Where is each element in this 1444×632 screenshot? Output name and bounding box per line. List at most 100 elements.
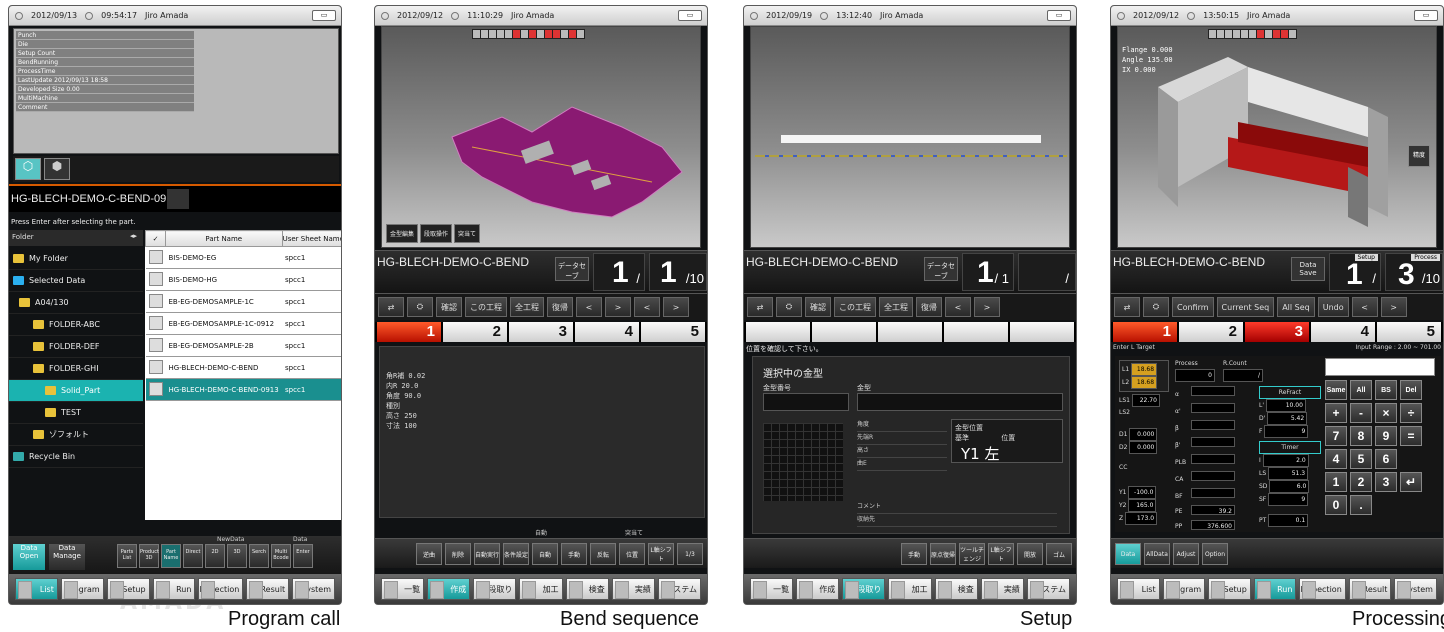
key-9[interactable]: 8 (1350, 426, 1372, 446)
sub-button-2[interactable]: ツールチェンジ (959, 543, 985, 565)
d1-value[interactable]: 0.000 (1129, 428, 1158, 441)
ctrl-button-6[interactable]: < (634, 297, 660, 317)
key-16[interactable]: 1 (1325, 472, 1347, 492)
row-checkbox[interactable] (148, 271, 163, 286)
step[interactable] (812, 322, 876, 342)
sub-button-0[interactable]: Data (1115, 543, 1141, 565)
tab-0[interactable]: 一覧 (381, 578, 425, 600)
key-12[interactable]: 4 (1325, 449, 1347, 469)
timer-label[interactable]: Timer (1259, 441, 1321, 454)
sub-button-5[interactable]: 手動 (561, 543, 587, 565)
step-5[interactable]: 5 (1377, 322, 1441, 342)
col-part-name[interactable]: Part Name (165, 230, 283, 247)
step-5[interactable]: 5 (641, 322, 705, 342)
ctrl-button-1[interactable]: この工程 (834, 297, 876, 317)
ctrl-button-3[interactable]: Undo (1317, 297, 1349, 317)
collision-icon[interactable]: ⇄ (1114, 297, 1140, 317)
key-0[interactable]: Same (1325, 380, 1347, 400)
sub-button-0[interactable]: Parts List (117, 544, 137, 568)
key-11[interactable]: = (1400, 426, 1422, 446)
3d-viewer[interactable]: 金型編集 段取操作 突当て (381, 26, 701, 248)
tab-6[interactable]: System (292, 578, 336, 600)
data-save-button[interactable]: データセーブ (924, 257, 958, 281)
y1-value[interactable]: -100.0 (1128, 486, 1157, 499)
d2-value[interactable]: 0.000 (1129, 441, 1158, 454)
sub-button-6[interactable]: 反転 (590, 543, 616, 565)
dp-value[interactable]: 5.42 (1267, 412, 1308, 425)
sub-button-0[interactable]: 逆曲 (416, 543, 442, 565)
tab-0[interactable]: 一覧 (750, 578, 794, 600)
angle-value[interactable] (1191, 471, 1235, 481)
step[interactable] (746, 322, 810, 342)
sub-button-8[interactable]: Enter (293, 544, 313, 568)
ctrl-button-0[interactable]: Confirm (1172, 297, 1214, 317)
key-21[interactable]: . (1350, 495, 1372, 515)
tab-2[interactable]: 段取り (842, 578, 886, 600)
tab-3[interactable]: Run (1253, 578, 1297, 600)
ctrl-button-1[interactable]: この工程 (465, 297, 507, 317)
tab-6[interactable]: システム (1026, 578, 1070, 600)
tool-icon[interactable]: ⛭ (1143, 297, 1169, 317)
ctrl-button-7[interactable]: > (663, 297, 689, 317)
entry-field[interactable] (1325, 358, 1435, 376)
tool-icon[interactable]: ⛭ (407, 297, 433, 317)
tab-4[interactable]: Impection (198, 578, 244, 600)
expand-icon[interactable]: ◂▸ (130, 232, 137, 240)
tree-item-recycle-bin[interactable]: Recycle Bin (9, 446, 143, 468)
angle-value[interactable] (1191, 454, 1235, 464)
view-button-0[interactable]: 金型編集 (386, 224, 419, 243)
tab-2[interactable]: 段取り (473, 578, 517, 600)
tree-item-my-folder[interactable]: My Folder (9, 248, 143, 270)
process-value[interactable]: 0 (1175, 369, 1215, 382)
row-checkbox[interactable] (148, 315, 163, 330)
t1-value[interactable]: 2.0 (1262, 454, 1309, 467)
tab-6[interactable]: System (1394, 578, 1437, 600)
collision-icon[interactable]: ⇄ (378, 297, 404, 317)
check-cell[interactable] (145, 356, 166, 379)
data-save-button[interactable]: Data Save (1291, 257, 1325, 281)
sub-button-4[interactable]: 2D (205, 544, 225, 568)
tab-6[interactable]: システム (657, 578, 701, 600)
angle-value[interactable] (1191, 403, 1235, 413)
key-4[interactable]: + (1325, 403, 1347, 423)
f-value[interactable]: 9 (1264, 425, 1309, 438)
ctrl-button-1[interactable]: Current Seq (1216, 297, 1275, 317)
ctrl-button-4[interactable]: < (576, 297, 602, 317)
row-checkbox[interactable] (148, 359, 163, 374)
angle-value[interactable] (1191, 386, 1235, 396)
tree-item-folder-ghi[interactable]: FOLDER-GHI (9, 358, 143, 380)
key-8[interactable]: 7 (1325, 426, 1347, 446)
ls-value[interactable]: 51.3 (1268, 467, 1309, 480)
sub-button-5[interactable]: 3D (227, 544, 247, 568)
tab-0[interactable]: List (15, 578, 58, 600)
table-row[interactable]: EB-EG-DEMOSAMPLE-1C spcc1 (145, 290, 341, 313)
sub-button-2[interactable]: Adjust (1173, 543, 1199, 565)
l2-value[interactable]: 18.68 (1131, 376, 1158, 389)
key-2[interactable]: BS (1375, 380, 1397, 400)
key-20[interactable]: 0 (1325, 495, 1347, 515)
check-cell[interactable] (145, 334, 166, 357)
tree-item-test[interactable]: TEST (9, 402, 143, 424)
tab-1[interactable]: Program (60, 578, 104, 600)
ctrl-button-2[interactable]: All Seq (1277, 297, 1315, 317)
z-value[interactable]: 173.0 (1125, 512, 1158, 525)
sub-button-5[interactable]: ゴム (1046, 543, 1072, 565)
table-row[interactable]: HG-BLECH-DEMO-C-BEND spcc1 (145, 356, 341, 379)
sf-value[interactable]: 9 (1268, 493, 1309, 506)
ctrl-button-0[interactable]: 確認 (436, 297, 462, 317)
data-open-tab[interactable]: Data Open (13, 544, 45, 570)
sub-button-3[interactable]: Option (1202, 543, 1228, 565)
row-checkbox[interactable] (148, 293, 163, 308)
sub-button-0[interactable]: 手動 (901, 543, 927, 565)
step[interactable] (944, 322, 1008, 342)
table-row[interactable]: HG-BLECH-DEMO-C-BEND-0913 spcc1 (145, 378, 341, 401)
step-2[interactable]: 2 (443, 322, 507, 342)
sd-value[interactable]: 6.0 (1269, 480, 1310, 493)
title-button[interactable] (167, 189, 189, 209)
key-7[interactable]: ÷ (1400, 403, 1422, 423)
tree-item-solid-part[interactable]: Solid_Part (9, 380, 143, 402)
tab-3[interactable]: Run (152, 578, 196, 600)
step-1[interactable]: 1 (377, 322, 441, 342)
check-cell[interactable] (145, 268, 166, 291)
row-checkbox[interactable] (148, 249, 163, 264)
